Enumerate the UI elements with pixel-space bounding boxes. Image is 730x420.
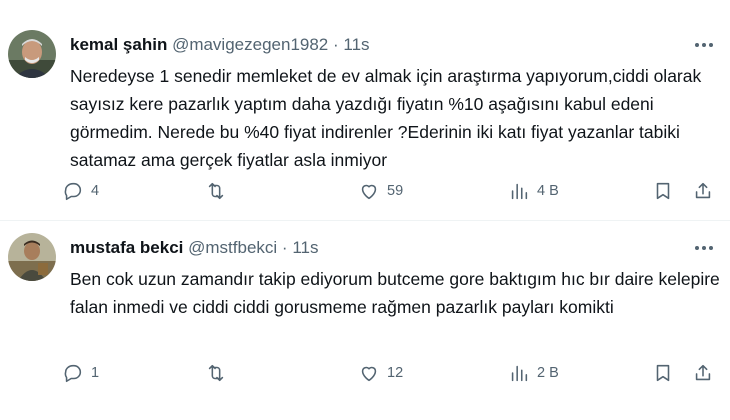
retweet-button[interactable] bbox=[205, 358, 234, 388]
more-icon[interactable] bbox=[692, 237, 716, 259]
display-name[interactable]: kemal şahin bbox=[70, 35, 167, 54]
reply-button[interactable]: 4 bbox=[62, 176, 99, 206]
views-chart-icon bbox=[511, 365, 528, 382]
reply-count: 4 bbox=[91, 183, 100, 199]
timestamp[interactable]: 11s bbox=[292, 238, 318, 257]
like-button[interactable]: 59 bbox=[358, 176, 403, 206]
share-icon bbox=[695, 182, 711, 199]
user-handle[interactable]: @mavigezegen1982 bbox=[172, 35, 328, 54]
display-name[interactable]: mustafa bekci bbox=[70, 238, 183, 257]
tweet-text: Neredeyse 1 senedir memleket de ev almak… bbox=[70, 66, 702, 170]
like-count: 12 bbox=[387, 365, 404, 381]
more-icon[interactable] bbox=[692, 34, 716, 56]
timestamp[interactable]: 11s bbox=[343, 35, 369, 54]
views-chart-icon bbox=[511, 183, 528, 200]
bookmark-icon bbox=[656, 182, 670, 200]
separator-dot: · bbox=[333, 35, 339, 54]
bookmark-icon bbox=[656, 364, 670, 382]
bookmark-button[interactable] bbox=[652, 176, 674, 206]
retweet-button[interactable] bbox=[205, 176, 234, 206]
user-handle[interactable]: @mstfbekci bbox=[188, 238, 277, 257]
bookmark-button[interactable] bbox=[652, 358, 674, 388]
like-count: 59 bbox=[387, 183, 404, 199]
tweet-actions: 1 12 2 B bbox=[62, 358, 722, 388]
share-button[interactable] bbox=[692, 358, 714, 388]
share-icon bbox=[695, 364, 711, 381]
reply-icon bbox=[64, 364, 82, 383]
views-count: 2 B bbox=[537, 365, 559, 381]
tweet[interactable]: kemal şahin @mavigezegen1982 · 11s Nered… bbox=[0, 0, 730, 221]
tweet-header: kemal şahin @mavigezegen1982 · 11s bbox=[70, 34, 370, 56]
tweet-text: Ben cok uzun zamandır takip ediyorum but… bbox=[70, 269, 720, 317]
retweet-icon bbox=[208, 182, 224, 200]
views-count: 4 B bbox=[537, 183, 559, 199]
separator-dot: · bbox=[281, 238, 288, 257]
tweet-header: mustafa bekci @mstfbekci · 11s bbox=[70, 237, 318, 259]
tweet[interactable]: mustafa bekci @mstfbekci · 11s Ben cok u… bbox=[0, 221, 730, 420]
retweet-icon bbox=[208, 364, 224, 382]
share-button[interactable] bbox=[692, 176, 714, 206]
tweet-actions: 4 59 4 B bbox=[62, 176, 722, 206]
reply-icon bbox=[64, 182, 82, 201]
views-button[interactable]: 4 B bbox=[508, 176, 559, 206]
views-button[interactable]: 2 B bbox=[508, 358, 559, 388]
avatar[interactable] bbox=[8, 233, 56, 281]
heart-icon bbox=[361, 366, 377, 382]
reply-count: 1 bbox=[91, 365, 100, 381]
like-button[interactable]: 12 bbox=[358, 358, 403, 388]
reply-button[interactable]: 1 bbox=[62, 358, 99, 388]
heart-icon bbox=[361, 184, 377, 200]
avatar[interactable] bbox=[8, 30, 56, 78]
